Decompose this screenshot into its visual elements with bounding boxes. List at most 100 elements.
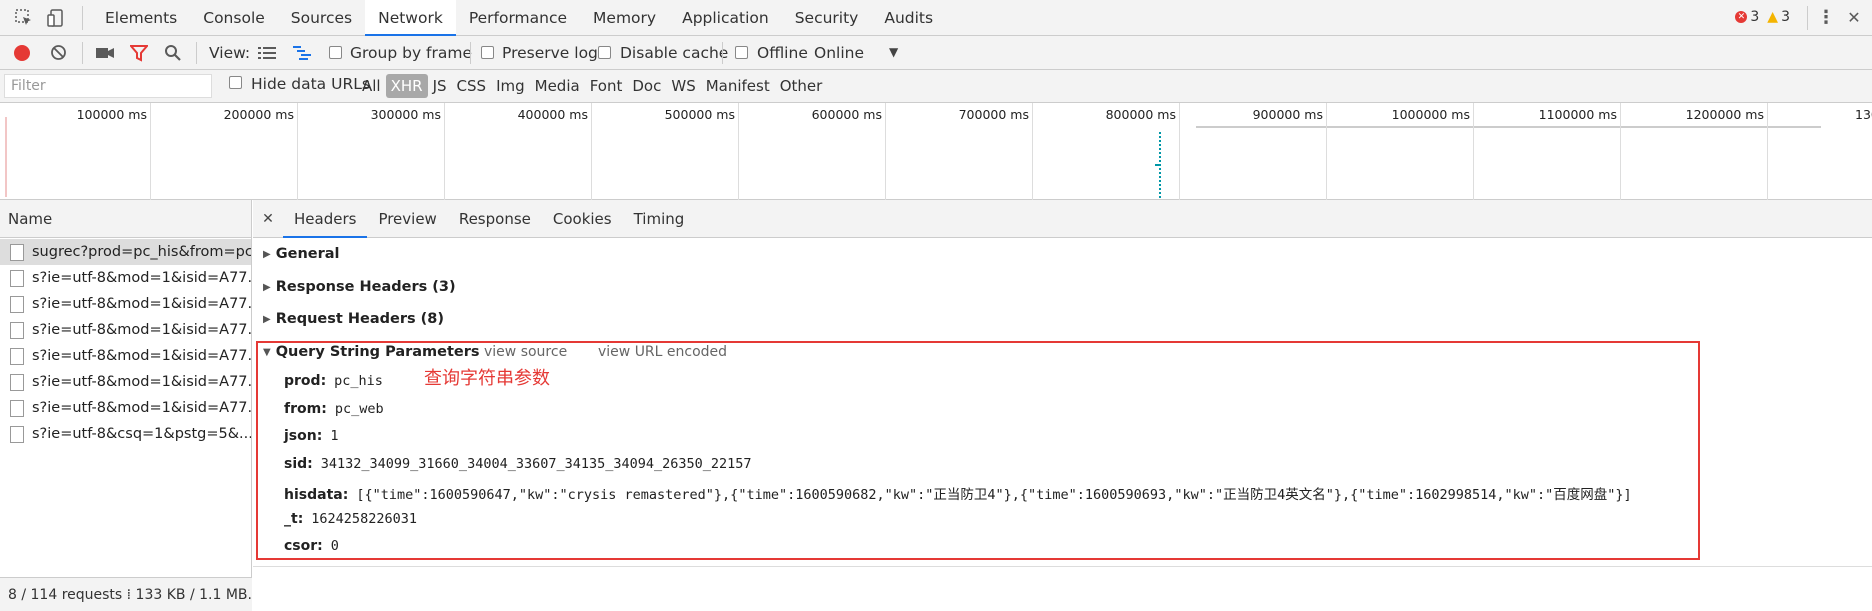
timeline-tick: 100000 ms	[77, 103, 151, 200]
resource-type-filters: All XHR JS CSS Img Media Font Doc WS Manifest Othe…	[357, 73, 827, 99]
request-row[interactable]: s?ie=utf-8&mod=1&isid=A77...	[0, 317, 251, 343]
type-filter-doc[interactable]: Doc	[627, 74, 666, 98]
timeline-tick-label: 1100000 ms	[1538, 107, 1617, 122]
timeline-tick-label: 600000 ms	[811, 107, 882, 122]
group-by-frame-checkbox[interactable]	[329, 46, 342, 59]
request-row[interactable]: s?ie=utf-8&mod=1&isid=A77...	[0, 343, 251, 369]
expand-triangle-icon: ▶	[263, 281, 271, 293]
request-name: s?ie=utf-8&csq=1&pstg=5&...	[32, 426, 251, 442]
tab-application[interactable]: Application	[669, 0, 782, 36]
disable-cache-label: Disable cache	[620, 44, 729, 62]
document-icon	[10, 373, 24, 391]
timeline-tick: 300000 ms	[371, 103, 445, 200]
timeline-tick: 1100000 ms	[1539, 103, 1621, 200]
search-icon[interactable]	[164, 44, 182, 66]
type-filter-img[interactable]: Img	[491, 74, 530, 98]
type-filter-manifest[interactable]: Manifest	[701, 74, 775, 98]
throttling-select[interactable]: Online	[814, 44, 864, 62]
timeline-tick: 700000 ms	[959, 103, 1033, 200]
device-toolbar-icon[interactable]	[46, 8, 66, 28]
inspect-element-icon[interactable]	[14, 8, 34, 28]
request-name: s?ie=utf-8&mod=1&isid=A77...	[32, 400, 251, 416]
disable-cache-checkbox[interactable]	[598, 46, 611, 59]
waterfall-icon[interactable]	[293, 46, 311, 64]
request-row[interactable]: s?ie=utf-8&mod=1&isid=A77...	[0, 395, 251, 421]
timeline-tick: 500000 ms	[665, 103, 739, 200]
timeline-tick-label: 1000000 ms	[1391, 107, 1470, 122]
request-name: s?ie=utf-8&mod=1&isid=A77...	[32, 322, 251, 338]
tab-performance[interactable]: Performance	[456, 0, 580, 36]
timeline-tick-label: 1200000 ms	[1685, 107, 1764, 122]
tab-console[interactable]: Console	[190, 0, 278, 36]
detail-tabs: ✕ Headers Preview Response Cookies Timing	[253, 200, 1872, 238]
type-filter-all[interactable]: All	[357, 74, 386, 98]
preserve-log-checkbox[interactable]	[481, 46, 494, 59]
type-filter-css[interactable]: CSS	[452, 74, 492, 98]
document-icon	[10, 321, 24, 339]
document-icon	[10, 269, 24, 287]
tab-memory[interactable]: Memory	[580, 0, 669, 36]
offline-checkbox[interactable]	[735, 46, 748, 59]
section-request-headers[interactable]: ▶ Request Headers (8)	[263, 311, 444, 327]
view-label: View:	[209, 44, 251, 62]
timeline-tick-label: 500000 ms	[664, 107, 735, 122]
record-button[interactable]	[14, 45, 30, 61]
timeline-tick: 1000000 ms	[1392, 103, 1474, 200]
type-filter-media[interactable]: Media	[530, 74, 585, 98]
request-row[interactable]: sugrec?prod=pc_his&from=pc...	[0, 239, 251, 265]
timeline-tick-label: 100000 ms	[76, 107, 147, 122]
request-row[interactable]: s?ie=utf-8&mod=1&isid=A77...	[0, 369, 251, 395]
more-menu-icon[interactable]: ⋮	[1816, 8, 1836, 28]
timeline-tick-label: 400000 ms	[517, 107, 588, 122]
detail-tab-timing[interactable]: Timing	[623, 200, 696, 238]
timeline-overview[interactable]: 100000 ms 200000 ms 300000 ms 400000 ms 5000…	[0, 103, 1872, 200]
name-column-header[interactable]: Name	[0, 200, 251, 238]
warning-count: 3	[1781, 9, 1790, 25]
detail-tab-response[interactable]: Response	[448, 200, 542, 238]
filter-icon[interactable]	[128, 44, 150, 66]
annotation-label: 查询字符串参数	[424, 368, 550, 389]
filter-input[interactable]: Filter	[4, 74, 212, 98]
network-toolbar: View: Group by frame Preserve log Disabl…	[0, 36, 1872, 70]
close-devtools-icon[interactable]: ✕	[1844, 8, 1864, 28]
tab-network[interactable]: Network	[365, 0, 456, 36]
tab-audits[interactable]: Audits	[871, 0, 946, 36]
timeline-tick: 200000 ms	[224, 103, 298, 200]
tab-security[interactable]: Security	[782, 0, 872, 36]
request-name: s?ie=utf-8&mod=1&isid=A77...	[32, 374, 251, 390]
issues-counter[interactable]: ✕ 3 ▲ 3	[1735, 9, 1790, 25]
expand-triangle-icon: ▶	[263, 313, 271, 325]
detail-tab-preview[interactable]: Preview	[367, 200, 447, 238]
screenshot-camera-icon[interactable]	[96, 45, 114, 65]
hide-data-urls-checkbox[interactable]	[229, 76, 242, 89]
clear-icon[interactable]	[50, 44, 67, 61]
error-count: 3	[1750, 9, 1760, 25]
type-filter-other[interactable]: Other	[775, 74, 828, 98]
chevron-down-icon[interactable]: ▼	[889, 45, 898, 59]
detail-tab-headers[interactable]: Headers	[283, 200, 368, 238]
type-filter-xhr[interactable]: XHR	[385, 74, 428, 98]
type-filter-ws[interactable]: WS	[666, 74, 700, 98]
document-icon	[10, 295, 24, 313]
timeline-start-marker	[5, 117, 7, 197]
large-rows-icon[interactable]	[258, 46, 276, 64]
timeline-tick: 600000 ms	[812, 103, 886, 200]
request-list: Name sugrec?prod=pc_his&from=pc... s?ie=u…	[0, 200, 252, 611]
timeline-tick-label: 200000 ms	[223, 107, 294, 122]
tab-elements[interactable]: Elements	[92, 0, 190, 36]
close-icon[interactable]: ✕	[253, 211, 283, 227]
request-row[interactable]: s?ie=utf-8&mod=1&isid=A77...	[0, 291, 251, 317]
timeline-tick-label: 900000 ms	[1252, 107, 1323, 122]
timeline-tick-label: 1300	[1855, 107, 1872, 122]
type-filter-js[interactable]: JS	[428, 74, 452, 98]
timeline-tick: 400000 ms	[518, 103, 592, 200]
section-general[interactable]: ▶ General	[263, 246, 340, 262]
request-row[interactable]: s?ie=utf-8&mod=1&isid=A77...	[0, 265, 251, 291]
request-row[interactable]: s?ie=utf-8&csq=1&pstg=5&...	[0, 421, 251, 447]
section-response-headers[interactable]: ▶ Response Headers (3)	[263, 279, 456, 295]
section-general-label: General	[275, 246, 340, 262]
type-filter-font[interactable]: Font	[585, 74, 628, 98]
detail-tab-cookies[interactable]: Cookies	[542, 200, 623, 238]
divider	[253, 566, 1872, 567]
tab-sources[interactable]: Sources	[278, 0, 365, 36]
